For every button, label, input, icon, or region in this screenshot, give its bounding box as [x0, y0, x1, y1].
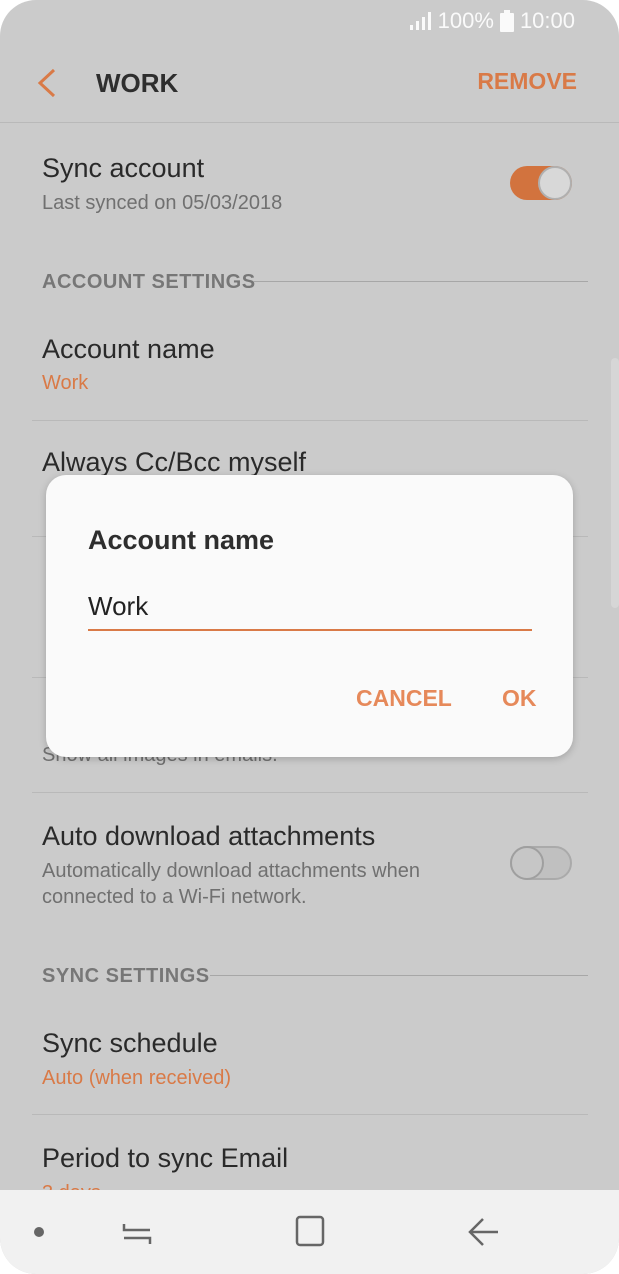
period-sync-title: Period to sync Email — [42, 1143, 289, 1173]
remove-button[interactable]: REMOVE — [477, 68, 577, 95]
section-divider — [254, 281, 588, 282]
sync-schedule-row[interactable]: Sync schedule Auto (when received) — [0, 1004, 619, 1114]
status-time: 10:00 — [519, 8, 575, 33]
home-icon[interactable] — [294, 1214, 326, 1248]
page-title: WORK — [96, 68, 179, 98]
sync-settings-header: SYNC SETTINGS — [42, 965, 210, 987]
signal-icon — [409, 12, 431, 30]
app-bar: WORK REMOVE — [0, 44, 619, 123]
account-name-input[interactable] — [88, 583, 532, 631]
account-name-dialog: Account name CANCEL OK — [46, 475, 573, 757]
navigation-bar — [0, 1190, 619, 1274]
auto-download-row[interactable]: Auto download attachments Automatically … — [0, 793, 619, 943]
sync-account-toggle[interactable] — [510, 166, 572, 200]
sync-account-row[interactable]: Sync account Last synced on 05/03/2018 — [0, 123, 619, 243]
toggle-knob — [538, 166, 572, 200]
toggle-knob — [510, 846, 544, 880]
battery-icon — [499, 10, 514, 32]
recent-apps-icon[interactable] — [120, 1218, 154, 1248]
auto-download-subtitle-1: Automatically download attachments when — [42, 860, 420, 882]
auto-download-toggle[interactable] — [510, 846, 572, 880]
back-nav-icon[interactable] — [465, 1216, 501, 1248]
scrollbar[interactable] — [611, 358, 619, 608]
section-divider — [210, 975, 588, 976]
status-bar: 100% 10:00 — [0, 0, 619, 44]
sync-account-subtitle: Last synced on 05/03/2018 — [42, 192, 283, 214]
ok-button[interactable]: OK — [502, 685, 537, 712]
account-name-row[interactable]: Account name Work — [0, 310, 619, 420]
sync-schedule-value: Auto (when received) — [42, 1067, 231, 1089]
auto-download-title: Auto download attachments — [42, 821, 376, 851]
phone-screen: 100% 10:00 WORK REMOVE Sync account Last… — [0, 0, 619, 1274]
dialog-title: Account name — [88, 525, 275, 555]
back-arrow-icon[interactable] — [34, 66, 62, 100]
always-cc-title: Always Cc/Bcc myself — [42, 447, 307, 477]
cancel-button[interactable]: CANCEL — [356, 685, 452, 712]
account-name-title: Account name — [42, 334, 215, 364]
dot-icon[interactable] — [33, 1226, 45, 1238]
account-settings-header: ACCOUNT SETTINGS — [42, 271, 256, 293]
sync-schedule-title: Sync schedule — [42, 1028, 218, 1058]
battery-percent: 100% — [437, 8, 494, 33]
sync-account-title: Sync account — [42, 153, 205, 183]
account-name-value: Work — [42, 372, 89, 394]
auto-download-subtitle-2: connected to a Wi-Fi network. — [42, 886, 307, 908]
